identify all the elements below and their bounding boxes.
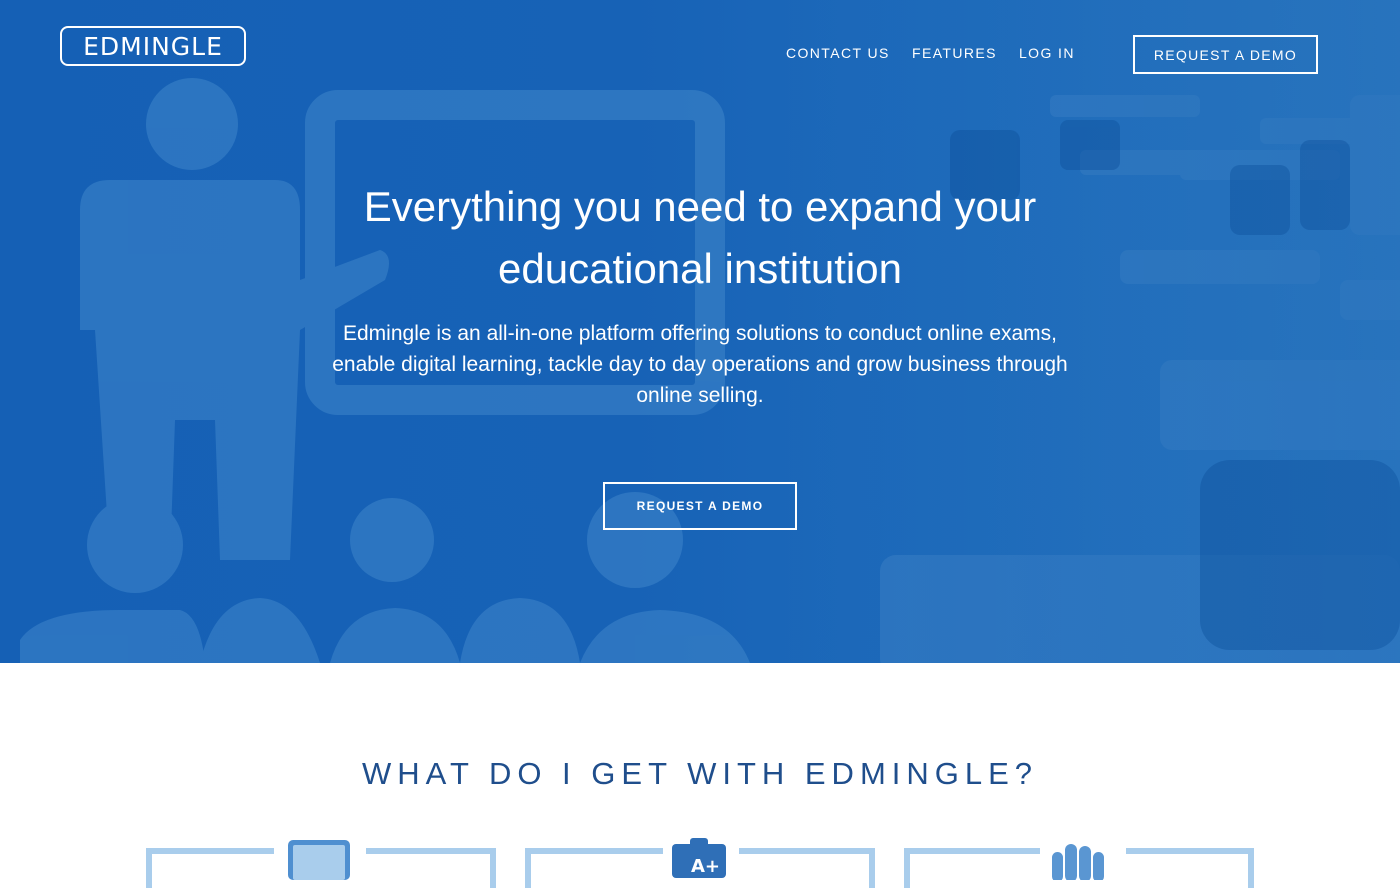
nav-contact-us[interactable]: CONTACT US	[786, 45, 890, 61]
hero-title-line-2: educational institution	[498, 245, 902, 292]
hero-subtitle-line-1: Edmingle is an all-in-one platform offer…	[343, 322, 1057, 345]
nav-features[interactable]: FEATURES	[912, 45, 997, 61]
nav-log-in[interactable]: LOG IN	[1019, 45, 1075, 61]
hero-subtitle-line-2: enable digital learning, tackle day to d…	[332, 353, 1068, 376]
hero-subtitle-line-3: online selling.	[636, 384, 764, 407]
feature-card-2[interactable]: A+	[525, 838, 875, 888]
tablet-icon	[288, 840, 350, 880]
hero-subtitle: Edmingle is an all-in-one platform offer…	[250, 318, 1150, 411]
request-demo-button-header[interactable]: REQUEST A DEMO	[1133, 35, 1318, 74]
edmingle-logo[interactable]: EDMINGLE	[60, 26, 246, 66]
feature-card-3[interactable]	[904, 844, 1254, 888]
grade-text: A+	[691, 856, 720, 877]
logo-text: EDMINGLE	[83, 31, 223, 61]
hero-title: Everything you need to expand your educa…	[250, 176, 1150, 300]
feature-card-1[interactable]	[146, 840, 496, 888]
grade-report-icon: A+	[672, 838, 726, 878]
features-section-title: WHAT DO I GET WITH EDMINGLE?	[361, 756, 1039, 791]
request-demo-button-hero[interactable]: REQUEST A DEMO	[603, 482, 797, 530]
hero-section: EDMINGLE CONTACT US FEATURES LOG IN REQU…	[0, 0, 1400, 663]
hero-title-line-1: Everything you need to expand your	[363, 183, 1037, 230]
